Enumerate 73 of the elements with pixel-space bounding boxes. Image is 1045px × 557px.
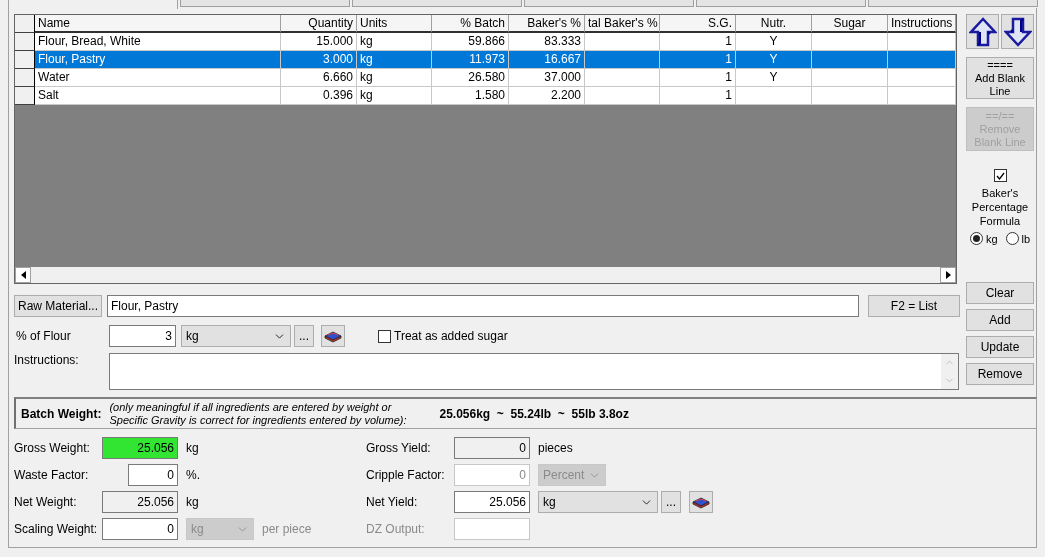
raw-material-button[interactable]: Raw Material... [14,295,102,317]
side-button[interactable]: Remove [966,363,1034,385]
unit-radio-label: kg [985,232,998,245]
table-cell [888,87,956,105]
per-piece-label: per piece [262,522,312,536]
net-yield-label: Net Yield: [366,495,419,509]
net-yield-field[interactable]: 25.056 [454,491,530,513]
add-blank-line-button[interactable]: ==== Add Blank Line [966,57,1034,99]
instructions-label: Instructions: [14,353,80,367]
row-header[interactable] [15,69,35,87]
unit-radio[interactable] [1005,232,1019,245]
dz-output-label: DZ Output: [366,522,426,536]
table-cell: 1.580 [432,87,509,105]
waste-factor-unit: %. [186,468,200,482]
batch-weight-label: Batch Weight: [21,406,102,421]
side-button[interactable]: Update [966,336,1034,358]
batch-weight-note: (only meaningful if all ingredients are entered by weight or Specific Gravity is correct for ingredients entered by volume): [109,400,408,427]
browse-button[interactable]: ... [661,491,681,513]
books-button[interactable] [321,325,345,347]
gross-yield-field[interactable]: 0 [454,437,530,459]
browse-button[interactable]: ... [294,325,314,347]
gross-weight-unit: kg [186,441,199,455]
move-up-button[interactable] [966,14,999,49]
scroll-right-button[interactable] [940,267,956,283]
table-cell: Salt [35,87,281,105]
table-row[interactable]: Salt 0.396 kg 1.580 2.200 1 [15,87,956,105]
move-down-button[interactable] [1001,14,1034,49]
table-cell: 0.396 [281,87,357,105]
waste-factor-label: Waste Factor: [14,468,90,482]
row-header[interactable] [15,87,35,105]
table-cell: 1 [660,87,736,105]
books-button[interactable] [689,491,713,513]
side-button[interactable]: Add [966,309,1034,331]
gross-yield-unit: pieces [538,441,573,455]
up-arrow-icon [968,16,997,47]
check-icon [995,171,1005,180]
net-yield-unit-dropdown[interactable]: kg [538,491,658,513]
raw-material-field[interactable]: Flour, Pastry [107,295,859,317]
percent-of-flour-field[interactable]: 3 [109,325,176,347]
instructions-field[interactable] [109,353,959,390]
row-header[interactable] [15,51,35,69]
unit-radio-label: lb [1021,232,1031,245]
bakers-percentage-checkbox[interactable] [993,169,1007,182]
row-header[interactable] [15,33,35,51]
table-cell: kg [357,87,432,105]
table-row[interactable]: Flour, Pastry 3.000 kg 11.973 16.667 1 Y [15,51,956,69]
gross-weight-field[interactable]: 25.056 [102,437,178,459]
unit-dropdown[interactable]: kg [181,325,291,347]
scaling-weight-field[interactable]: 0 [102,518,178,540]
list-button[interactable]: F2 = List [868,295,960,317]
books-icon [692,495,710,509]
table-cell: 2.200 [509,87,585,105]
gross-yield-label: Gross Yield: [366,441,432,455]
percent-of-flour-label: % of Flour [16,329,72,343]
unit-radio[interactable] [969,232,983,245]
cripple-factor-label: Cripple Factor: [366,468,446,482]
scroll-left-button[interactable] [15,267,31,283]
gross-weight-label: Gross Weight: [14,441,91,455]
table-row[interactable]: Flour, Bread, White 15.000 kg 59.866 83.333 1 Y [15,33,956,51]
left-triangle-icon [20,271,26,279]
added-sugar-label: Treat as added sugar [394,329,508,343]
batch-weight-value: 25.056kg ~ 55.24lb ~ 55lb 3.8oz [439,406,629,421]
books-icon [324,329,342,343]
added-sugar-checkbox[interactable] [378,329,391,343]
net-weight-unit: kg [186,495,199,509]
right-triangle-icon [945,271,951,279]
net-weight-label: Net Weight: [14,495,78,509]
table-row[interactable]: Water 6.660 kg 26.580 37.000 1 Y [15,69,956,87]
waste-factor-field[interactable]: 0 [128,464,178,486]
scaling-weight-label: Scaling Weight: [14,522,94,536]
down-arrow-icon [1003,16,1032,47]
net-weight-field[interactable]: 25.056 [102,491,178,513]
side-button[interactable]: Clear [966,282,1034,304]
